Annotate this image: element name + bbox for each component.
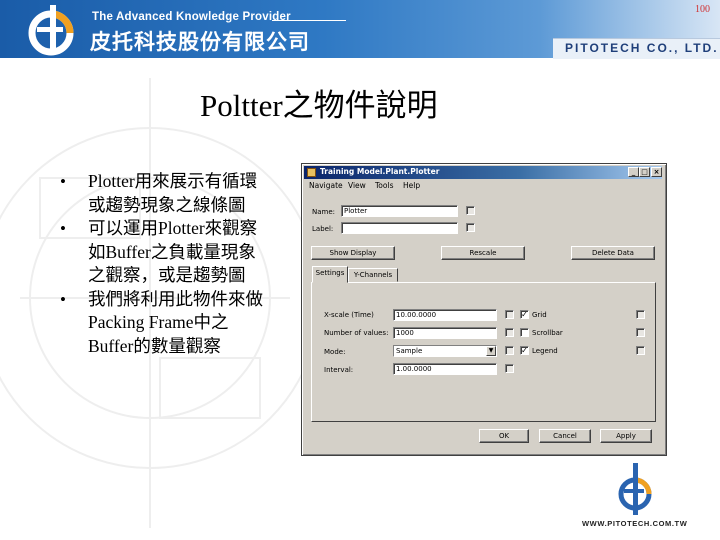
website-url: WWW.PITOTECH.COM.TW: [582, 519, 688, 528]
menu-help[interactable]: Help: [403, 181, 420, 190]
chevron-down-icon[interactable]: ▼: [486, 346, 496, 356]
minimize-button[interactable]: _: [628, 167, 639, 177]
cancel-button[interactable]: Cancel: [539, 429, 591, 443]
scrollbar-checkbox[interactable]: [520, 328, 529, 337]
tagline-rule: [272, 20, 346, 21]
legend-checkbox[interactable]: ✓: [520, 346, 529, 355]
bullet-item: • 我們將利用此物件來做Packing Frame中之Buffer的數量觀察: [58, 288, 288, 359]
interval-label: Interval:: [324, 366, 354, 374]
name-input[interactable]: Plotter: [341, 205, 458, 217]
label-input[interactable]: [341, 222, 458, 234]
scrollbar-option-checkbox[interactable]: [636, 328, 645, 337]
xscale-input[interactable]: 10.00.0000: [393, 309, 497, 321]
page-number: 100: [695, 4, 710, 15]
legend-option-checkbox[interactable]: [636, 346, 645, 355]
mode-select[interactable]: Sample ▼: [393, 345, 497, 357]
close-button[interactable]: ×: [651, 167, 662, 177]
dialog-title: Training Model.Plant.Plotter: [320, 167, 440, 176]
plotter-properties-dialog: Training Model.Plant.Plotter _ □ × Navig…: [301, 163, 667, 456]
scrollbar-label: Scrollbar: [532, 329, 563, 337]
mode-checkbox[interactable]: [505, 346, 514, 355]
number-of-values-label: Number of values:: [324, 329, 389, 337]
xscale-label: X-scale (Time): [324, 311, 374, 319]
legend-label: Legend: [532, 347, 558, 355]
tab-y-channels[interactable]: Y-Channels: [348, 268, 398, 282]
maximize-button[interactable]: □: [639, 167, 650, 177]
interval-input[interactable]: 1.00.0000: [393, 363, 497, 375]
label-checkbox[interactable]: [466, 223, 475, 232]
menu-view[interactable]: View: [348, 181, 366, 190]
pitotech-logo-icon: [28, 5, 74, 56]
bullet-text: Plotter用來展示有循環或趨勢現象之線條圖: [88, 171, 258, 215]
mode-label: Mode:: [324, 348, 346, 356]
slide-title: Poltter之物件說明: [200, 88, 438, 123]
bullet-list: • Plotter用來展示有循環或趨勢現象之線條圖 • 可以運用Plotter來…: [58, 170, 288, 358]
name-label: Name:: [312, 208, 336, 216]
tagline: The Advanced Knowledge Provider: [92, 11, 291, 23]
number-of-values-input[interactable]: 1000: [393, 327, 497, 339]
dialog-titlebar: Training Model.Plant.Plotter _ □ ×: [304, 166, 662, 179]
delete-data-button[interactable]: Delete Data: [571, 246, 655, 260]
bullet-text: 可以運用Plotter來觀察如Buffer之負載量現象之觀察，或是趨勢圖: [88, 218, 258, 285]
ok-button[interactable]: OK: [479, 429, 529, 443]
bullet-text: 我們將利用此物件來做Packing Frame中之Buffer的數量觀察: [88, 288, 263, 356]
xscale-checkbox[interactable]: [505, 310, 514, 319]
grid-checkbox[interactable]: ✓: [520, 310, 529, 319]
grid-label: Grid: [532, 311, 547, 319]
bullet-item: • 可以運用Plotter來觀察如Buffer之負載量現象之觀察，或是趨勢圖: [58, 217, 288, 288]
bullet-icon: •: [60, 172, 66, 191]
menu-bar: Navigate View Tools Help: [305, 181, 663, 192]
rescale-button[interactable]: Rescale: [441, 246, 525, 260]
grid-option-checkbox[interactable]: [636, 310, 645, 319]
window-app-icon: [307, 168, 316, 177]
show-display-button[interactable]: Show Display: [311, 246, 395, 260]
company-name-chinese: 皮托科技股份有限公司: [90, 30, 310, 54]
interval-checkbox[interactable]: [505, 364, 514, 373]
bullet-icon: •: [60, 219, 66, 238]
apply-button[interactable]: Apply: [600, 429, 652, 443]
menu-tools[interactable]: Tools: [375, 181, 393, 190]
company-name-english: PITOTECH CO., LTD.: [565, 41, 719, 55]
bullet-icon: •: [60, 289, 66, 309]
label-label: Label:: [312, 225, 334, 233]
menu-navigate[interactable]: Navigate: [309, 181, 343, 190]
pitotech-footer-logo-icon: [618, 463, 652, 515]
mode-select-value: Sample: [396, 347, 423, 355]
name-checkbox[interactable]: [466, 206, 475, 215]
number-of-values-checkbox[interactable]: [505, 328, 514, 337]
tab-settings[interactable]: Settings: [312, 266, 348, 283]
bullet-item: • Plotter用來展示有循環或趨勢現象之線條圖: [58, 170, 288, 217]
